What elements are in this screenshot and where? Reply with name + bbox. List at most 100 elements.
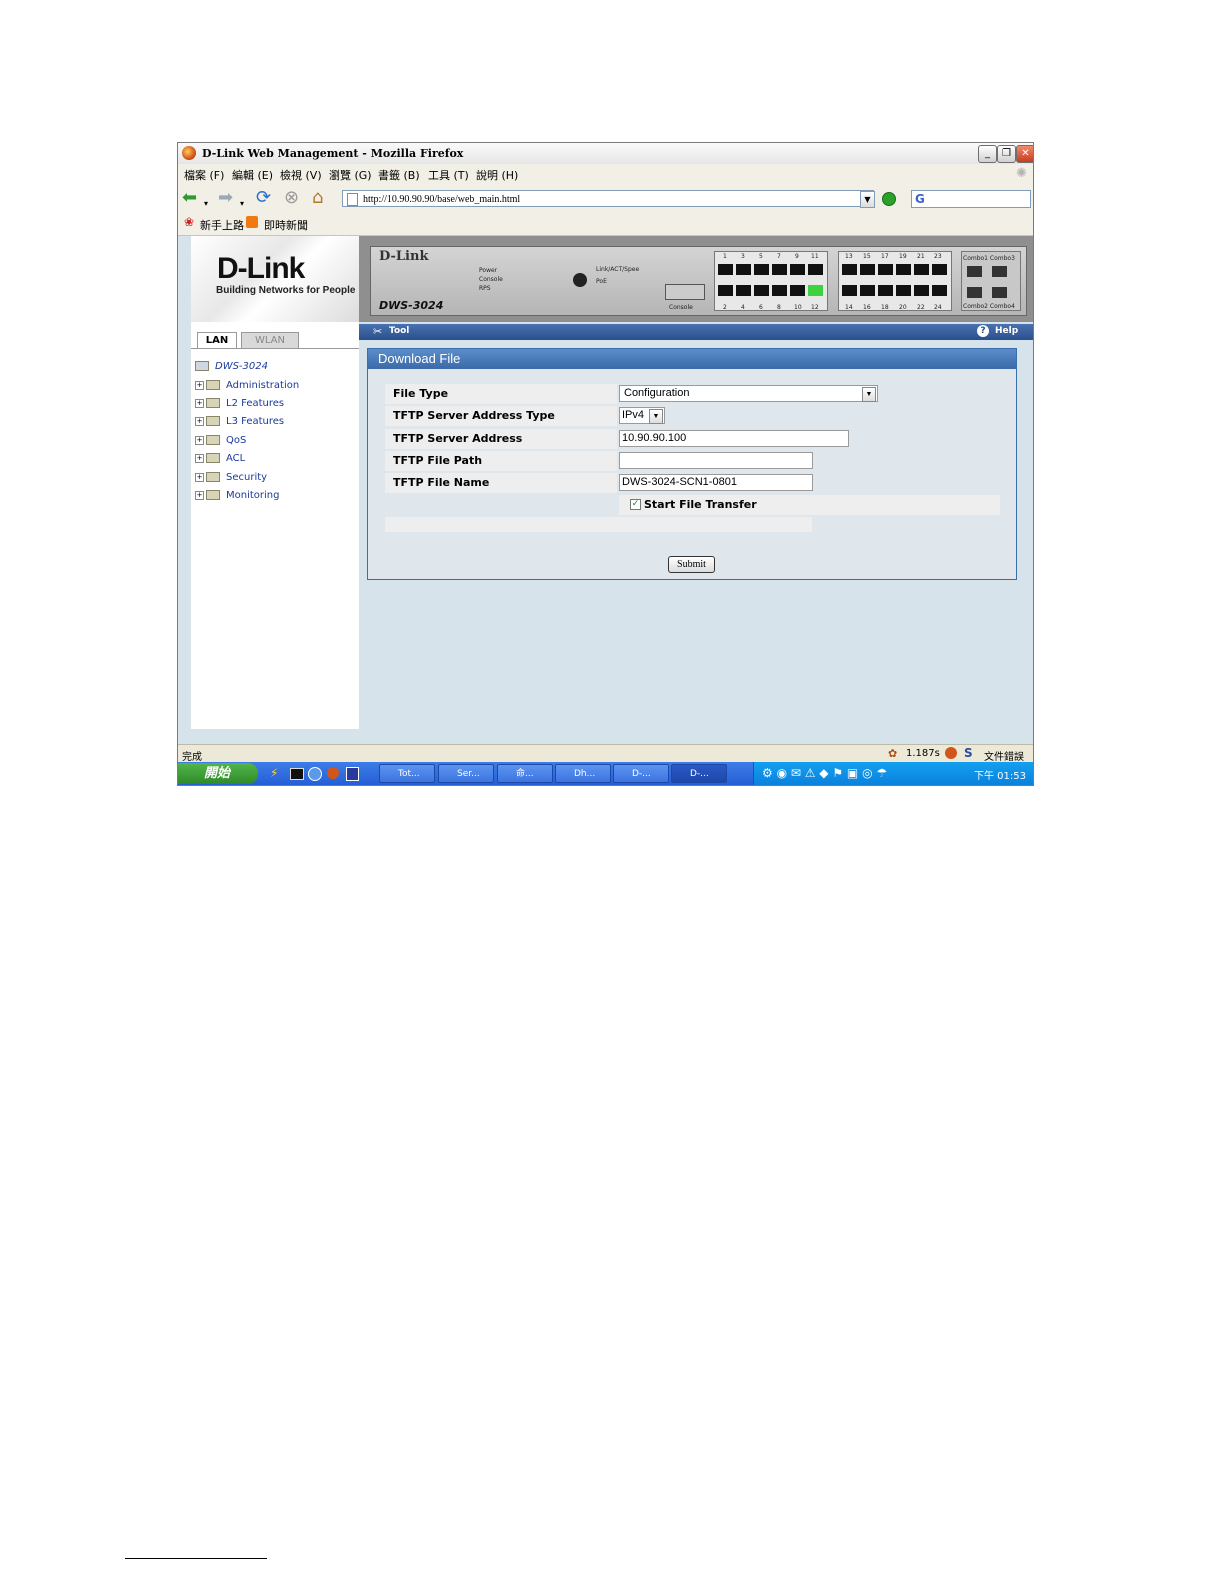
menu-go[interactable]: 瀏覽 (G) (329, 167, 372, 183)
addr-input[interactable]: 10.90.90.100 (619, 430, 849, 447)
tree-item-monitoring[interactable]: + Monitoring (195, 490, 279, 501)
tab-lan[interactable]: LAN (197, 332, 237, 349)
expand-icon[interactable]: + (195, 453, 204, 463)
port-15[interactable] (860, 264, 875, 275)
forward-dropdown-icon[interactable]: ▾ (240, 194, 244, 214)
chevron-down-icon[interactable]: ▼ (649, 409, 663, 424)
restore-button[interactable]: ❐ (997, 145, 1016, 163)
combo-port-3[interactable] (992, 266, 1007, 277)
save-quick-icon[interactable] (346, 767, 359, 781)
forward-icon[interactable]: ➡ (218, 188, 233, 208)
port-12-active[interactable] (808, 285, 823, 296)
expand-icon[interactable]: + (195, 472, 204, 482)
task-item[interactable]: Tot... (379, 764, 435, 783)
menu-help[interactable]: 說明 (H) (476, 167, 518, 183)
tree-item-acl[interactable]: + ACL (195, 453, 245, 464)
cmd-icon[interactable] (290, 768, 304, 780)
bookmark-getting-started[interactable]: 新手上路 (200, 217, 244, 233)
port-num: 8 (777, 304, 781, 311)
port-6[interactable] (754, 285, 769, 296)
bookmark-latest-news[interactable]: 即時新聞 (264, 217, 308, 233)
port-23[interactable] (932, 264, 947, 275)
port-5[interactable] (754, 264, 769, 275)
port-18[interactable] (878, 285, 893, 296)
port-8[interactable] (772, 285, 787, 296)
menu-bookmarks[interactable]: 書籤 (B) (378, 167, 420, 183)
task-item[interactable]: 命... (497, 764, 553, 783)
start-transfer-checkbox[interactable]: ✓ (630, 499, 641, 510)
submit-button[interactable]: Submit (668, 556, 715, 573)
chevron-down-icon[interactable]: ▼ (862, 387, 876, 402)
tree-item-security[interactable]: + Security (195, 472, 267, 483)
port-14[interactable] (842, 285, 857, 296)
port-16[interactable] (860, 285, 875, 296)
url-dropdown-button[interactable]: ▼ (860, 191, 875, 208)
help-link[interactable]: Help (995, 326, 1018, 336)
s-icon[interactable]: S (964, 746, 973, 760)
start-button[interactable]: 開始 (178, 763, 258, 784)
tree-root[interactable]: DWS-3024 (195, 361, 268, 372)
expand-icon[interactable]: + (195, 380, 204, 390)
close-button[interactable]: ✕ (1016, 145, 1033, 163)
menu-tools[interactable]: 工具 (T) (428, 167, 469, 183)
task-item-active[interactable]: D-... (671, 764, 727, 783)
tree-item-qos[interactable]: + QoS (195, 435, 246, 446)
go-button[interactable] (882, 192, 896, 206)
combo-port-4[interactable] (992, 287, 1007, 298)
task-item[interactable]: Dh... (555, 764, 611, 783)
combo-port-1[interactable] (967, 266, 982, 277)
menu-file[interactable]: 檔案 (F) (184, 167, 224, 183)
firefox-quick-icon[interactable] (327, 767, 339, 779)
file-type-select[interactable]: Configuration ▼ (619, 385, 878, 402)
menu-edit[interactable]: 編輯 (E) (232, 167, 273, 183)
port-11[interactable] (808, 264, 823, 275)
port-20[interactable] (896, 285, 911, 296)
expand-icon[interactable]: + (195, 416, 204, 426)
led-link-act: Link/ACT/Spee (596, 266, 640, 273)
tab-wlan[interactable]: WLAN (241, 332, 299, 349)
ie-icon[interactable] (308, 767, 322, 781)
help-icon[interactable]: ? (977, 325, 989, 337)
stop-icon[interactable]: ⊗ (284, 188, 299, 208)
menu-view[interactable]: 檢視 (V) (280, 167, 322, 183)
addr-type-select[interactable]: IPv4 ▼ (619, 407, 665, 424)
task-item[interactable]: D-... (613, 764, 669, 783)
port-17[interactable] (878, 264, 893, 275)
error-console-text[interactable]: 文件錯誤 (984, 748, 1024, 763)
firebug-icon[interactable]: ✿ (888, 747, 897, 760)
url-bar[interactable]: http://10.90.90.90/base/web_main.html (342, 190, 874, 207)
tree-item-administration[interactable]: + Administration (195, 380, 299, 391)
port-19[interactable] (896, 264, 911, 275)
port-10[interactable] (790, 285, 805, 296)
combo-port-2[interactable] (967, 287, 982, 298)
port-24[interactable] (932, 285, 947, 296)
expand-icon[interactable]: + (195, 490, 204, 500)
port-22[interactable] (914, 285, 929, 296)
port-2[interactable] (718, 285, 733, 296)
quicklaunch-icon[interactable]: ⚡ (270, 766, 278, 780)
port-4[interactable] (736, 285, 751, 296)
port-1[interactable] (718, 264, 733, 275)
port-9[interactable] (790, 264, 805, 275)
port-13[interactable] (842, 264, 857, 275)
path-input[interactable] (619, 452, 813, 469)
back-dropdown-icon[interactable]: ▾ (204, 194, 208, 214)
back-icon[interactable]: ⬅ (182, 188, 197, 208)
port-3[interactable] (736, 264, 751, 275)
port-7[interactable] (772, 264, 787, 275)
tray-icons[interactable]: ⚙ ◉ ✉ ⚠ ◆ ⚑ ▣ ◎ ☂ (762, 766, 887, 780)
firefox-status-icon[interactable] (945, 747, 957, 759)
expand-icon[interactable]: + (195, 398, 204, 408)
home-icon[interactable]: ⌂ (312, 188, 323, 208)
port-21[interactable] (914, 264, 929, 275)
port-num: 9 (795, 253, 799, 260)
minimize-button[interactable]: _ (978, 145, 997, 163)
task-item[interactable]: Ser... (438, 764, 494, 783)
reload-icon[interactable]: ⟳ (256, 188, 271, 208)
expand-icon[interactable]: + (195, 435, 204, 445)
tree-item-l3-features[interactable]: + L3 Features (195, 416, 284, 427)
tree-item-l2-features[interactable]: + L2 Features (195, 398, 284, 409)
tool-menu[interactable]: Tool (389, 326, 409, 336)
name-input[interactable]: DWS-3024-SCN1-0801 (619, 474, 813, 491)
search-box[interactable]: G (911, 190, 1031, 208)
